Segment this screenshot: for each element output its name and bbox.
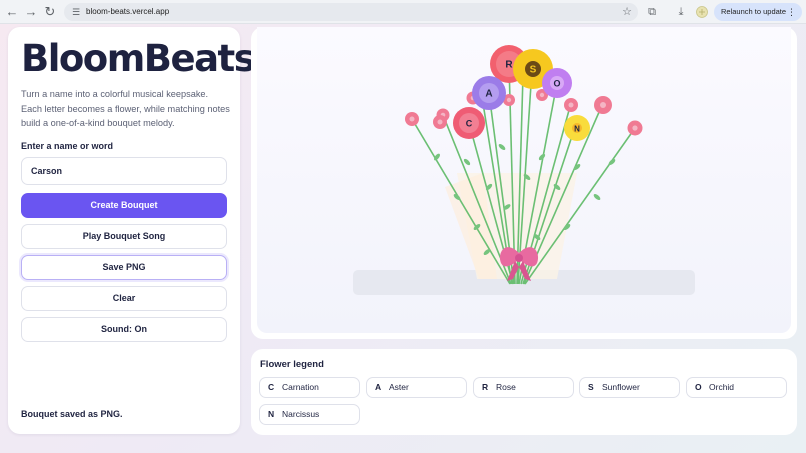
legend-letter: C — [268, 382, 275, 392]
site-info-icon[interactable]: ☰ — [70, 6, 82, 18]
svg-text:N: N — [574, 125, 580, 134]
legend-flower-name: Rose — [496, 382, 516, 392]
legend-item-narcissus: N Narcissus — [259, 404, 360, 425]
legend-flower-name: Orchid — [709, 382, 735, 392]
flower-o: O — [542, 68, 572, 98]
menu-icon[interactable]: ⋮ — [787, 3, 796, 21]
profile-icon[interactable] — [694, 3, 710, 21]
legend-item-sunflower: S Sunflower — [579, 377, 680, 398]
legend-title: Flower legend — [260, 359, 324, 370]
save-png-button[interactable]: Save PNG — [21, 255, 227, 280]
legend-letter: A — [375, 382, 382, 392]
app-description: Turn a name into a colorful musical keep… — [21, 89, 230, 128]
legend-letter: O — [695, 382, 702, 392]
relaunch-button[interactable]: Relaunch to update ⋮ — [714, 3, 802, 21]
reload-icon[interactable]: ↻ — [41, 3, 59, 21]
filler-flowers — [405, 89, 643, 136]
svg-text:A: A — [485, 89, 492, 100]
svg-text:S: S — [530, 65, 537, 76]
legend-letter: R — [482, 382, 489, 392]
svg-text:O: O — [553, 79, 560, 89]
download-icon[interactable]: ⤓ — [673, 3, 689, 21]
bouquet-canvas-panel: R S A O C N — [251, 27, 797, 339]
legend-item-orchid: O Orchid — [686, 377, 787, 398]
flower-n: N — [564, 115, 590, 141]
relaunch-label: Relaunch to update — [721, 7, 787, 16]
address-bar[interactable]: ☰ bloom-beats.vercel.app ☆ — [64, 3, 638, 21]
bookmark-star-icon[interactable]: ☆ — [622, 3, 632, 21]
play-song-button[interactable]: Play Bouquet Song — [21, 224, 227, 249]
name-input-label: Enter a name or word — [21, 141, 114, 151]
bouquet-illustration: R S A O C N — [353, 45, 695, 295]
extensions-icon[interactable]: ⧉ — [644, 3, 660, 21]
legend-flower-name: Carnation — [282, 382, 319, 392]
browser-toolbar: ← → ↻ ☰ bloom-beats.vercel.app ☆ ⧉ ⤓ Rel… — [0, 0, 806, 24]
legend-flower-name: Aster — [389, 382, 409, 392]
legend-item-aster: A Aster — [366, 377, 467, 398]
sound-toggle-button[interactable]: Sound: On — [21, 317, 227, 342]
svg-text:C: C — [466, 119, 473, 129]
flower-a: A — [472, 76, 506, 110]
legend-letter: N — [268, 409, 275, 419]
legend-item-carnation: C Carnation — [259, 377, 360, 398]
legend-item-rose: R Rose — [473, 377, 574, 398]
forward-icon[interactable]: → — [22, 3, 40, 21]
name-input[interactable] — [21, 157, 227, 185]
back-icon[interactable]: ← — [3, 3, 21, 21]
url-text[interactable]: bloom-beats.vercel.app — [86, 3, 169, 21]
bouquet-canvas: R S A O C N — [257, 27, 791, 333]
flower-c: C — [453, 107, 485, 139]
control-panel: BloomBeats Turn a name into a colorful m… — [8, 27, 256, 434]
create-bouquet-button[interactable]: Create Bouquet — [21, 193, 227, 218]
legend-letter: S — [588, 382, 594, 392]
flower-legend-panel: Flower legend C Carnation A Aster R Rose… — [251, 349, 797, 435]
legend-flower-name: Sunflower — [602, 382, 640, 392]
clear-button[interactable]: Clear — [21, 286, 227, 311]
svg-text:R: R — [505, 60, 513, 71]
status-message: Bouquet saved as PNG. — [21, 409, 123, 419]
app-title: BloomBeats — [21, 37, 256, 80]
legend-flower-name: Narcissus — [282, 409, 320, 419]
